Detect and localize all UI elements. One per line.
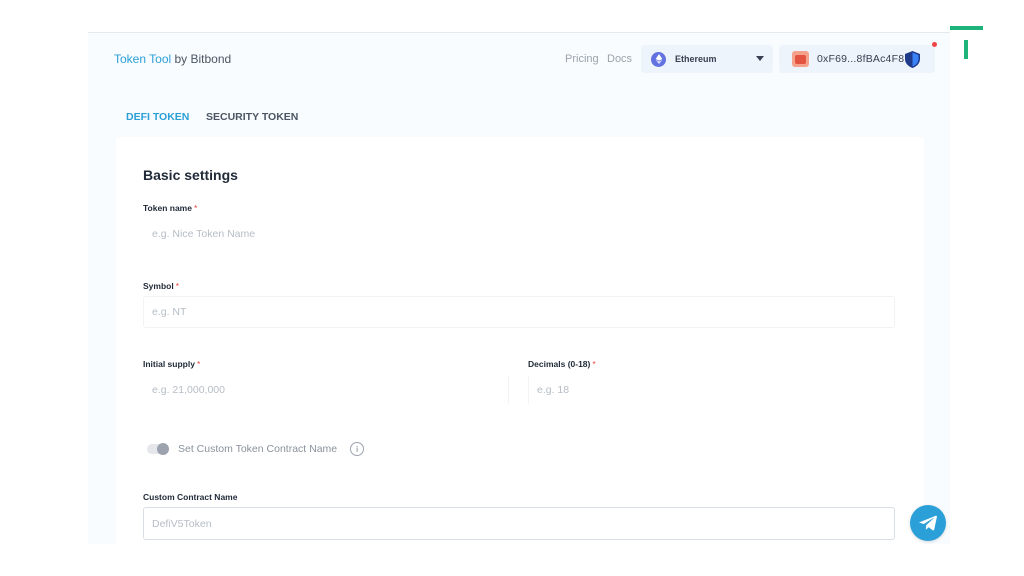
- token-name-label: Token name *: [143, 203, 198, 213]
- custom-name-toggle[interactable]: [147, 443, 169, 455]
- token-name-input[interactable]: [143, 218, 895, 250]
- tab-security-token[interactable]: SECURITY TOKEN: [206, 111, 298, 123]
- required-mark: *: [175, 281, 180, 291]
- required-mark: *: [592, 359, 596, 369]
- chevron-down-icon: [756, 56, 764, 61]
- nav-pricing-link[interactable]: Pricing: [565, 53, 599, 65]
- shield-icon: [905, 51, 920, 68]
- required-mark: *: [196, 359, 201, 369]
- brand-rest: by Bitbond: [171, 52, 232, 66]
- wallet-address: 0xF69...8fBAc4F8: [817, 53, 905, 65]
- custom-contract-name-input[interactable]: [143, 507, 895, 540]
- brand-logo[interactable]: Token Tool by Bitbond: [114, 52, 231, 66]
- telegram-icon: [919, 515, 937, 531]
- notification-dot: [932, 42, 937, 47]
- section-title: Basic settings: [143, 167, 238, 183]
- telegram-button[interactable]: [910, 505, 946, 541]
- symbol-input[interactable]: [143, 296, 895, 328]
- basic-settings-card: Basic settings Token name* Symbol* Initi…: [116, 137, 924, 544]
- ethereum-icon: [651, 51, 666, 67]
- app-window: Token Tool by Bitbond Pricing Docs Ether…: [88, 32, 950, 544]
- initial-supply-input[interactable]: [143, 374, 509, 406]
- logo-stem: [964, 40, 968, 59]
- nav-docs-link[interactable]: Docs: [607, 53, 632, 65]
- decimals-input[interactable]: [528, 374, 895, 406]
- info-icon[interactable]: i: [350, 442, 365, 456]
- logo-bar: [950, 26, 983, 30]
- decimals-label: Decimals (0-18) *: [528, 359, 596, 369]
- network-select[interactable]: Ethereum: [641, 45, 773, 73]
- custom-name-toggle-row: Set Custom Token Contract Name i: [147, 441, 365, 457]
- header: Token Tool by Bitbond Pricing Docs Ether…: [88, 33, 950, 83]
- custom-name-toggle-label: Set Custom Token Contract Name: [178, 443, 338, 455]
- initial-supply-label: Initial supply *: [143, 359, 201, 369]
- wallet-button[interactable]: 0xF69...8fBAc4F8: [779, 45, 935, 73]
- brand-accent: Token Tool: [114, 52, 172, 66]
- corner-logo: [950, 26, 983, 62]
- network-label: Ethereum: [675, 54, 717, 64]
- avatar-icon: [792, 51, 809, 67]
- tab-defi-token[interactable]: DEFI TOKEN: [126, 111, 189, 123]
- custom-contract-name-label: Custom Contract Name: [143, 492, 238, 502]
- required-mark: *: [193, 203, 198, 213]
- symbol-label: Symbol *: [143, 281, 180, 291]
